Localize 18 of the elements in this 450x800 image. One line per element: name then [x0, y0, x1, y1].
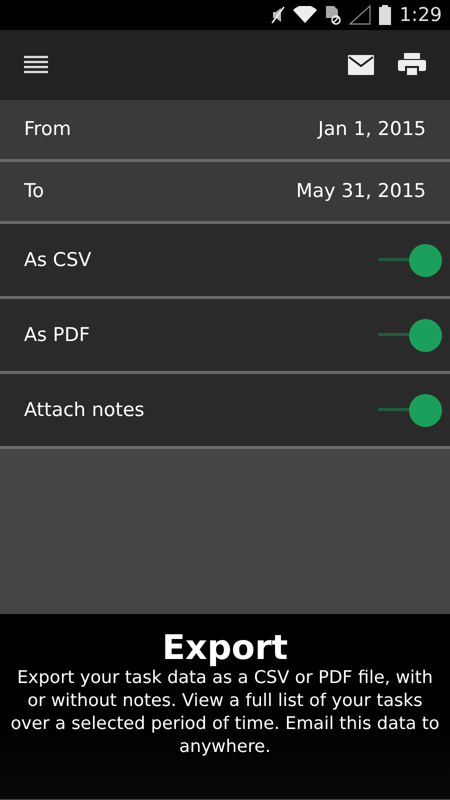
date-value[interactable]: May 31, 2015 — [296, 177, 426, 206]
wifi-icon — [293, 6, 318, 24]
status-time: 1:29 — [399, 2, 442, 28]
muted-icon — [271, 5, 286, 25]
date-value[interactable]: Jan 1, 2015 — [318, 115, 426, 144]
menu-icon[interactable] — [24, 55, 48, 75]
mail-icon[interactable] — [348, 55, 374, 75]
option-label: As CSV — [24, 248, 92, 273]
signal-icon — [349, 5, 372, 25]
overlay-title: Export — [162, 630, 288, 668]
print-icon[interactable] — [398, 53, 426, 77]
option-label: As PDF — [24, 322, 90, 348]
sim-icon — [325, 5, 342, 25]
date-label: To — [24, 179, 44, 204]
battery-icon — [379, 5, 392, 25]
overlay-description: Export your task data as a CSV or PDF file, with or without notes. View a full list of your tasks over a selected period of time. Email this data to anywhere. — [10, 667, 440, 758]
date-label: From — [24, 117, 72, 142]
option-label: Attach notes — [24, 398, 144, 423]
